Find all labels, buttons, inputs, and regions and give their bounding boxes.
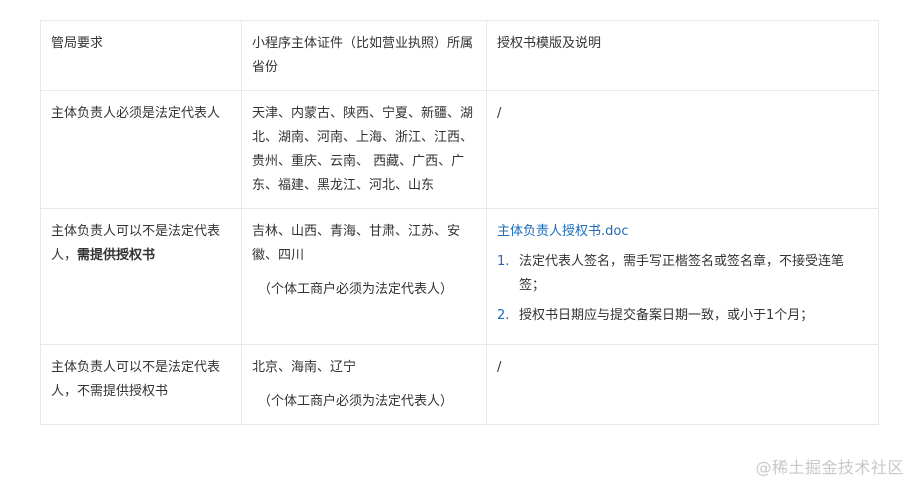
requirement-cell: 主体负责人可以不是法定代表人，不需提供授权书 [40,344,242,425]
province-list: 吉林、山西、青海、甘肃、江苏、安徽、四川 [252,224,461,263]
province-cell: 天津、内蒙古、陕西、宁夏、新疆、湖北、湖南、河南、上海、浙江、江西、贵州、重庆、… [241,90,487,209]
template-instructions: 1. 法定代表人签名，需手写正楷签名或签名章，不接受连笔签； 2. 授权书日期应与提… [497,250,868,328]
province-note: （个体工商户必须为法定代表人） [258,394,454,409]
table-header-row: 管局要求 小程序主体证件（比如营业执照）所属省份 授权书模版及说明 [40,20,879,91]
list-number: 1. [497,254,510,269]
table-row: 主体负责人必须是法定代表人 天津、内蒙古、陕西、宁夏、新疆、湖北、湖南、河南、上… [40,90,879,209]
watermark: @稀土掘金技术社区 [755,458,904,477]
table-row: 主体负责人可以不是法定代表人，需提供授权书 吉林、山西、青海、甘肃、江苏、安徽、… [40,208,879,345]
list-text: 授权书日期应与提交备案日期一致，或小于1个月； [519,308,814,323]
requirement-cell: 主体负责人可以不是法定代表人，需提供授权书 [40,208,242,345]
list-item: 2. 授权书日期应与提交备案日期一致，或小于1个月； [497,304,868,328]
list-item: 1. 法定代表人签名，需手写正楷签名或签名章，不接受连笔签； [497,250,868,298]
list-number: 2. [497,308,510,323]
requirements-table: 管局要求 小程序主体证件（比如营业执照）所属省份 授权书模版及说明 主体负责人必… [40,20,879,425]
template-cell: / [486,90,879,209]
header-requirement: 管局要求 [40,20,242,91]
province-cell: 北京、海南、辽宁 （个体工商户必须为法定代表人） [241,344,487,425]
list-text: 法定代表人签名，需手写正楷签名或签名章，不接受连笔签； [519,254,845,293]
province-cell: 吉林、山西、青海、甘肃、江苏、安徽、四川 （个体工商户必须为法定代表人） [241,208,487,345]
province-note: （个体工商户必须为法定代表人） [258,282,454,297]
requirement-bold-text: 需提供授权书 [77,248,156,263]
requirement-cell: 主体负责人必须是法定代表人 [40,90,242,209]
header-province: 小程序主体证件（比如营业执照）所属省份 [241,20,487,91]
template-cell: 主体负责人授权书.doc 1. 法定代表人签名，需手写正楷签名或签名章，不接受连笔… [486,208,879,345]
table-row: 主体负责人可以不是法定代表人，不需提供授权书 北京、海南、辽宁 （个体工商户必须… [40,344,879,425]
template-cell: / [486,344,879,425]
authorization-doc-link[interactable]: 主体负责人授权书.doc [497,220,868,244]
province-list: 北京、海南、辽宁 [252,360,357,375]
header-template: 授权书模版及说明 [486,20,879,91]
